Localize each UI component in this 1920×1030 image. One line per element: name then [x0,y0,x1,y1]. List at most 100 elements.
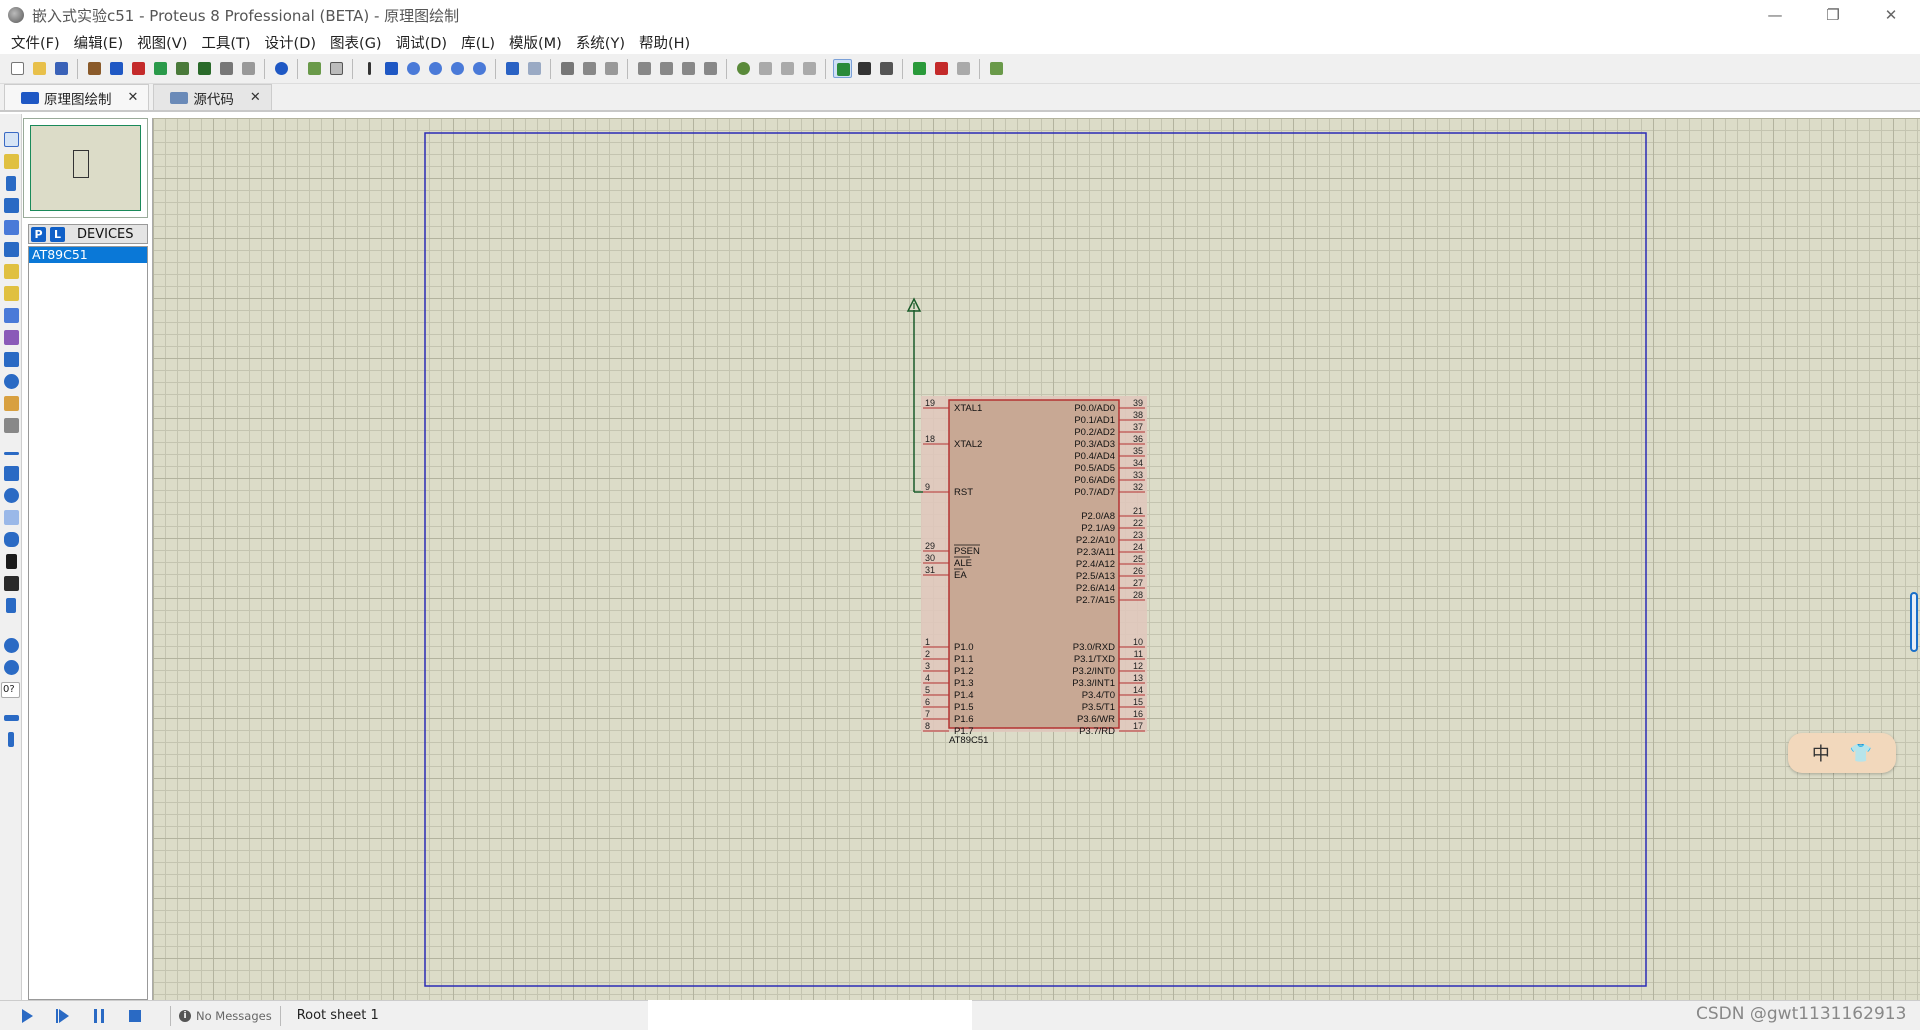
new-file-icon[interactable] [8,59,27,78]
overview-canvas[interactable] [30,125,141,211]
schematic-canvas[interactable]: 19 XTAL1 18 XTAL2 9 RST 29 PSEN 30 ALE 31 EA 1 P1.0 2 P… [152,118,1920,1000]
menu-view[interactable]: 视图(V) [130,32,194,53]
copy-icon[interactable] [580,59,599,78]
graph-mode-icon[interactable] [4,330,19,345]
tape-recorder-icon[interactable] [4,352,19,367]
tab-close-icon[interactable]: ✕ [128,90,139,105]
rotate-anticlockwise-icon[interactable] [4,660,19,675]
menu-edit[interactable]: 编辑(E) [67,32,130,53]
tab-close-icon[interactable]: ✕ [250,90,261,105]
menu-system[interactable]: 系统(Y) [569,32,632,53]
menu-template[interactable]: 模版(M) [502,32,569,53]
grid-toggle-icon[interactable] [327,59,346,78]
new-sheet-icon[interactable] [910,59,929,78]
menu-graph[interactable]: 图表(G) [323,32,389,53]
zoom-area-icon[interactable] [470,59,489,78]
buses-icon[interactable] [4,242,19,257]
terminals-icon[interactable] [4,286,19,301]
home-icon[interactable] [85,59,104,78]
junction-dot-icon[interactable] [6,176,16,191]
tab-schematic[interactable]: 原理图绘制 ✕ [4,84,150,110]
menu-help[interactable]: 帮助(H) [632,32,697,53]
3d-view-icon[interactable] [151,59,170,78]
property-assignment-icon[interactable] [877,59,896,78]
mirror-y-icon[interactable] [8,732,14,747]
zoom-all-icon[interactable] [448,59,467,78]
text-script-icon[interactable] [4,220,19,235]
pan-icon[interactable] [382,59,401,78]
cut-icon[interactable] [558,59,577,78]
mirror-x-icon[interactable] [4,715,19,721]
pick-device-icon[interactable] [734,59,753,78]
device-item[interactable]: AT89C51 [29,247,147,263]
save-icon[interactable] [52,59,71,78]
exit-to-parent-icon[interactable] [954,59,973,78]
zoom-in-icon[interactable] [404,59,423,78]
search-tag-icon[interactable] [855,59,874,78]
make-device-icon[interactable] [756,59,775,78]
arc-2d-icon[interactable] [4,510,19,525]
ime-language-toggle[interactable]: 中 [1812,740,1830,766]
refresh-icon[interactable] [305,59,324,78]
line-2d-icon[interactable] [4,452,19,455]
menu-library[interactable]: 库(L) [454,32,502,53]
minimize-button[interactable]: — [1746,0,1804,30]
block-move-icon[interactable] [657,59,676,78]
bom-icon[interactable] [195,59,214,78]
wire-label-icon[interactable] [4,198,19,213]
design-explorer-icon[interactable] [239,59,258,78]
electrical-rule-check-icon[interactable] [987,59,1006,78]
schematic-icon[interactable] [107,59,126,78]
menu-debug[interactable]: 调试(D) [389,32,454,53]
open-folder-icon[interactable] [30,59,49,78]
menu-file[interactable]: 文件(F) [4,32,67,53]
virtual-instruments-icon[interactable] [4,418,19,433]
block-copy-icon[interactable] [635,59,654,78]
block-rotate-icon[interactable] [679,59,698,78]
remove-sheet-icon[interactable] [932,59,951,78]
gerber-icon[interactable] [173,59,192,78]
library-manager-button[interactable]: L [50,226,65,242]
paste-icon[interactable] [602,59,621,78]
pcb-icon[interactable] [129,59,148,78]
decompose-icon[interactable] [800,59,819,78]
symbol-2d-icon[interactable] [4,576,19,591]
overview-window[interactable] [23,118,148,218]
rotate-clockwise-icon[interactable] [4,638,19,653]
pause-icon[interactable] [90,1007,108,1025]
ime-skin-icon[interactable]: 👕 [1850,743,1872,764]
undo-icon[interactable] [503,59,522,78]
vertical-scrollbar[interactable] [1910,592,1918,652]
block-delete-icon[interactable] [701,59,720,78]
help-icon[interactable] [272,59,291,78]
rotation-angle-field[interactable]: 0? [1,682,20,698]
device-pins-icon[interactable] [4,308,19,323]
box-2d-icon[interactable] [4,466,19,481]
play-icon[interactable] [18,1007,36,1025]
restore-button[interactable]: ❐ [1804,0,1862,30]
ime-toolbar[interactable]: 中 👕 [1788,733,1896,773]
pick-devices-button[interactable]: P [31,226,46,242]
generator-icon[interactable] [4,374,19,389]
packaging-tool-icon[interactable] [778,59,797,78]
menu-tools[interactable]: 工具(T) [194,32,257,53]
selection-mode-icon[interactable] [4,132,19,147]
text-2d-icon[interactable] [6,554,17,569]
wire-autorouter-icon[interactable] [832,59,852,78]
tab-source-code[interactable]: 源代码 ✕ [153,84,272,110]
message-indicator[interactable]: i No Messages [179,1009,272,1023]
source-code-icon[interactable] [217,59,236,78]
zoom-out-icon[interactable] [426,59,445,78]
marker-2d-icon[interactable] [6,598,16,613]
stop-icon[interactable] [126,1007,144,1025]
menu-design[interactable]: 设计(D) [258,32,323,53]
voltage-probe-icon[interactable] [4,396,19,411]
component-mode-icon[interactable] [4,154,19,169]
origin-icon[interactable] [360,59,379,78]
redo-icon[interactable] [525,59,544,78]
schematic-svg[interactable]: 19 XTAL1 18 XTAL2 9 RST 29 PSEN 30 ALE 31 EA 1 P1.0 2 P… [153,118,1920,1000]
sub-circuit-icon[interactable] [4,264,19,279]
circle-2d-icon[interactable] [4,488,19,503]
path-2d-icon[interactable] [4,532,19,547]
step-icon[interactable] [54,1007,72,1025]
